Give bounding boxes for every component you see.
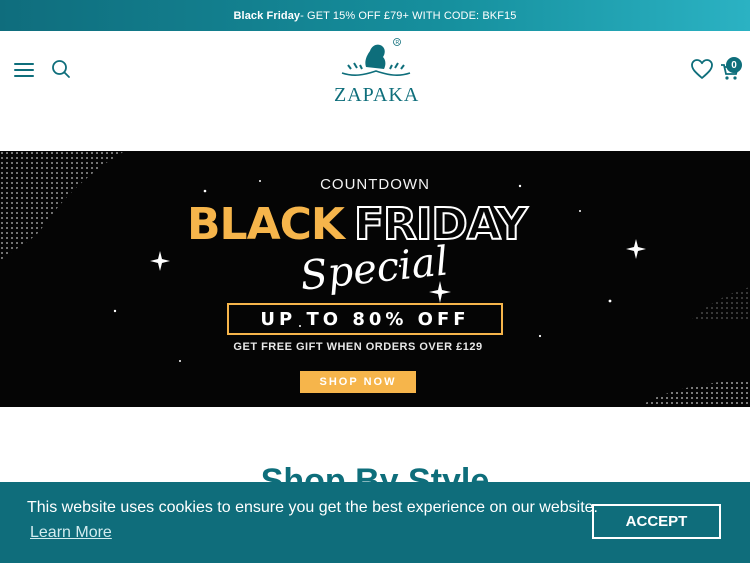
- banner-black-word: BLACK: [187, 199, 345, 250]
- announcement-highlight: Black Friday: [233, 9, 301, 22]
- banner-gift-text: GET FREE GIFT WHEN ORDERS OVER £129: [233, 341, 483, 353]
- accept-button[interactable]: ACCEPT: [592, 504, 721, 539]
- brand-name: ZAPAKA: [334, 84, 420, 106]
- search-icon[interactable]: [51, 59, 71, 79]
- banner-countdown-label: COUNTDOWN: [320, 176, 430, 193]
- heart-icon[interactable]: [690, 58, 714, 80]
- announcement-bar: Black Friday - GET 15% OFF £79+ WITH COD…: [0, 0, 750, 31]
- announcement-text: - GET 15% OFF £79+ WITH CODE: BKF15: [300, 9, 517, 22]
- logo-emblem-icon: R: [341, 38, 411, 76]
- menu-icon[interactable]: [14, 63, 34, 79]
- svg-text:R: R: [396, 40, 400, 46]
- site-header: R ZAPAKA 0: [0, 31, 750, 111]
- brand-logo[interactable]: R ZAPAKA: [334, 37, 418, 106]
- banner-offer-box: UP TO 80% OFF: [227, 303, 503, 335]
- cookie-message: This website uses cookies to ensure you …: [27, 499, 598, 516]
- cart-count-badge: 0: [726, 57, 742, 73]
- learn-more-link[interactable]: Learn More: [30, 524, 112, 542]
- black-friday-banner[interactable]: COUNTDOWN BLACK FRIDAY Special UP TO 80%…: [0, 151, 750, 407]
- shop-now-button[interactable]: SHOP NOW: [300, 371, 416, 393]
- cookie-banner: This website uses cookies to ensure you …: [0, 482, 750, 563]
